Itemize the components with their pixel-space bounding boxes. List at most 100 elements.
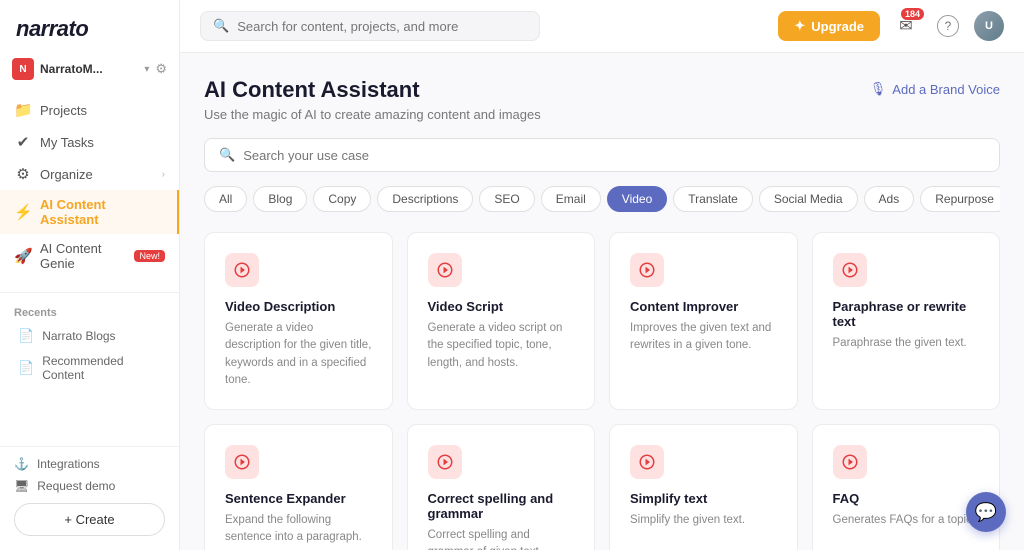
integrations-link[interactable]: ⚓ Integrations: [14, 457, 165, 471]
sidebar: narrato N NarratoM... ▾ ⚙ 📁 Projects ✔ M…: [0, 0, 180, 550]
filter-chip-repurpose[interactable]: Repurpose: [920, 186, 1000, 212]
card-title-correct-spelling-grammar: Correct spelling and grammar: [428, 491, 575, 521]
filter-chip-video[interactable]: Video: [607, 186, 667, 212]
search-input[interactable]: [237, 19, 527, 34]
tasks-icon: ✔: [14, 133, 32, 151]
card-title-sentence-expander: Sentence Expander: [225, 491, 372, 506]
sidebar-item-ai-content-assistant[interactable]: ⚡ AI Content Assistant: [0, 190, 179, 234]
sub-item-label: Narrato Blogs: [42, 329, 115, 343]
filter-chip-seo[interactable]: SEO: [479, 186, 534, 212]
card-faq[interactable]: FAQ Generates FAQs for a topic.: [812, 424, 1001, 550]
card-desc-sentence-expander: Expand the following sentence into a par…: [225, 512, 372, 547]
integrations-label: Integrations: [37, 457, 100, 471]
request-demo-link[interactable]: 🖥 Request demo: [14, 479, 165, 493]
chevron-down-icon: ▾: [144, 64, 149, 75]
sidebar-item-label: My Tasks: [40, 135, 94, 150]
use-case-search-box[interactable]: 🔍: [204, 138, 1000, 172]
sidebar-item-label: AI Content Genie: [40, 241, 122, 271]
filter-chip-blog[interactable]: Blog: [253, 186, 307, 212]
card-icon-video-description: [225, 253, 259, 287]
star-icon: ✦: [794, 18, 805, 34]
sidebar-item-my-tasks[interactable]: ✔ My Tasks: [0, 126, 179, 158]
question-icon: ?: [937, 15, 959, 37]
help-button[interactable]: ?: [932, 10, 964, 42]
mail-badge: 184: [901, 8, 924, 20]
microphone-icon: 🎙: [870, 81, 887, 97]
anchor-icon: ⚓: [14, 457, 29, 471]
filter-chip-descriptions[interactable]: Descriptions: [377, 186, 473, 212]
filter-chip-social-media[interactable]: Social Media: [759, 186, 858, 212]
sidebar-item-projects[interactable]: 📁 Projects: [0, 94, 179, 126]
main-area: 🔍 ✦ Upgrade ✉ 184 ? U AI Content Assista…: [180, 0, 1024, 550]
page-header: AI Content Assistant Use the magic of AI…: [204, 77, 1000, 122]
card-icon-faq: [833, 445, 867, 479]
gear-icon[interactable]: ⚙: [155, 61, 167, 77]
sidebar-item-ai-content-genie[interactable]: 🚀 AI Content Genie New!: [0, 234, 179, 278]
new-badge: New!: [134, 250, 165, 262]
global-search-box[interactable]: 🔍: [200, 11, 540, 41]
upgrade-button[interactable]: ✦ Upgrade: [778, 11, 880, 41]
search-icon: 🔍: [213, 18, 229, 34]
card-content-improver[interactable]: Content Improver Improves the given text…: [609, 232, 798, 410]
cards-grid: Video Description Generate a video descr…: [204, 232, 1000, 550]
brand-voice-button[interactable]: 🎙 Add a Brand Voice: [870, 77, 1000, 97]
card-title-video-description: Video Description: [225, 299, 372, 314]
projects-icon: 📁: [14, 101, 32, 119]
content-area: AI Content Assistant Use the magic of AI…: [180, 53, 1024, 550]
card-desc-faq: Generates FAQs for a topic.: [833, 512, 980, 529]
filter-chip-email[interactable]: Email: [541, 186, 601, 212]
mail-button[interactable]: ✉ 184: [890, 10, 922, 42]
filter-chip-copy[interactable]: Copy: [313, 186, 371, 212]
card-title-faq: FAQ: [833, 491, 980, 506]
card-simplify-text[interactable]: Simplify text Simplify the given text.: [609, 424, 798, 550]
card-title-content-improver: Content Improver: [630, 299, 777, 314]
card-icon-simplify-text: [630, 445, 664, 479]
user-avatar[interactable]: U: [974, 11, 1004, 41]
card-icon-video-script: [428, 253, 462, 287]
use-case-search-input[interactable]: [243, 148, 985, 163]
blog-icon: 📄: [18, 328, 34, 344]
workspace-selector[interactable]: N NarratoM... ▾ ⚙: [0, 52, 179, 86]
sidebar-item-label: AI Content Assistant: [40, 197, 163, 227]
card-paraphrase-rewrite[interactable]: Paraphrase or rewrite text Paraphrase th…: [812, 232, 1001, 410]
chat-icon: 💬: [975, 502, 997, 523]
card-video-script[interactable]: Video Script Generate a video script on …: [407, 232, 596, 410]
filter-chip-translate[interactable]: Translate: [673, 186, 753, 212]
chat-bubble-button[interactable]: 💬: [966, 492, 1006, 532]
monitor-icon: 🖥: [14, 479, 29, 493]
rocket-icon: 🚀: [14, 247, 32, 265]
sidebar-item-label: Organize: [40, 167, 93, 182]
topbar: 🔍 ✦ Upgrade ✉ 184 ? U: [180, 0, 1024, 53]
sidebar-item-label: Projects: [40, 103, 87, 118]
organize-icon: ⚙: [14, 165, 32, 183]
arrow-right-icon: ›: [162, 169, 165, 180]
search-icon: 🔍: [219, 147, 235, 163]
card-desc-content-improver: Improves the given text and rewrites in …: [630, 320, 777, 355]
topbar-right: ✦ Upgrade ✉ 184 ? U: [778, 10, 1004, 42]
sidebar-sub-item-recommended-content[interactable]: 📄 Recommended Content: [0, 349, 179, 387]
card-title-video-script: Video Script: [428, 299, 575, 314]
card-desc-correct-spelling-grammar: Correct spelling and grammar of given te…: [428, 527, 575, 550]
sidebar-sub-item-narrato-blogs[interactable]: 📄 Narrato Blogs: [0, 323, 179, 349]
card-title-simplify-text: Simplify text: [630, 491, 777, 506]
filter-chip-ads[interactable]: Ads: [864, 186, 915, 212]
sidebar-item-organize[interactable]: ⚙ Organize ›: [0, 158, 179, 190]
card-video-description[interactable]: Video Description Generate a video descr…: [204, 232, 393, 410]
workspace-name: NarratoM...: [40, 62, 138, 76]
card-desc-simplify-text: Simplify the given text.: [630, 512, 777, 529]
create-button[interactable]: + Create: [14, 503, 165, 536]
card-icon-sentence-expander: [225, 445, 259, 479]
logo-area: narrato: [0, 0, 179, 52]
request-demo-label: Request demo: [37, 479, 115, 493]
filter-chips: AllBlogCopyDescriptionsSEO EmailVideoTran…: [204, 186, 1000, 212]
page-subtitle: Use the magic of AI to create amazing co…: [204, 107, 541, 122]
card-correct-spelling-grammar[interactable]: Correct spelling and grammar Correct spe…: [407, 424, 596, 550]
workspace-avatar: N: [12, 58, 34, 80]
filter-chip-all[interactable]: All: [204, 186, 247, 212]
sidebar-bottom: ⚓ Integrations 🖥 Request demo: [0, 446, 179, 503]
card-sentence-expander[interactable]: Sentence Expander Expand the following s…: [204, 424, 393, 550]
card-title-paraphrase-rewrite: Paraphrase or rewrite text: [833, 299, 980, 329]
logo: narrato: [16, 16, 88, 41]
card-icon-correct-spelling-grammar: [428, 445, 462, 479]
card-desc-video-description: Generate a video description for the giv…: [225, 320, 372, 389]
